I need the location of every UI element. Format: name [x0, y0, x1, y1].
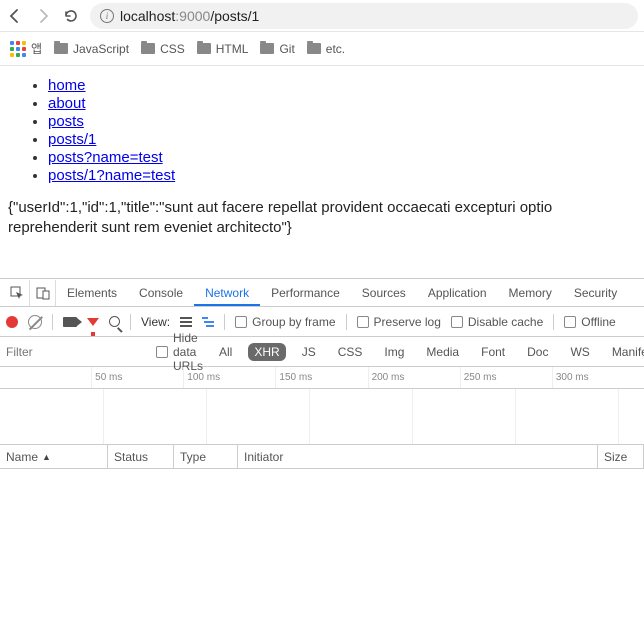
- view-label: View:: [141, 315, 170, 329]
- search-icon[interactable]: [109, 316, 120, 327]
- bookmark-folder[interactable]: CSS: [141, 42, 185, 56]
- tab-sources[interactable]: Sources: [351, 280, 417, 306]
- filter-type-xhr[interactable]: XHR: [248, 343, 285, 361]
- tab-elements[interactable]: Elements: [56, 280, 128, 306]
- tab-network[interactable]: Network: [194, 280, 260, 306]
- address-bar[interactable]: i localhost:9000/posts/1: [90, 3, 638, 29]
- disable-cache-option[interactable]: Disable cache: [451, 315, 543, 329]
- devtools-tabs: Elements Console Network Performance Sou…: [0, 279, 644, 307]
- network-toolbar: View: Group by frame Preserve log Disabl…: [0, 307, 644, 337]
- preserve-log-option[interactable]: Preserve log: [357, 315, 441, 329]
- offline-option[interactable]: Offline: [564, 315, 615, 329]
- response-body: {"userId":1,"id":1,"title":"sunt aut fac…: [8, 198, 636, 237]
- bookmark-label: CSS: [160, 42, 185, 56]
- filter-type-media[interactable]: Media: [420, 343, 465, 361]
- filter-input[interactable]: [6, 345, 146, 359]
- timeline-chart[interactable]: [0, 389, 644, 445]
- filter-type-js[interactable]: JS: [296, 343, 322, 361]
- page-content: home about posts posts/1 posts?name=test…: [0, 66, 644, 247]
- filter-type-css[interactable]: CSS: [332, 343, 369, 361]
- list-item: about: [48, 95, 636, 112]
- network-table-header: Name▲ Status Type Initiator Size: [0, 445, 644, 469]
- waterfall-view-icon[interactable]: [202, 317, 214, 327]
- checkbox-icon: [357, 316, 369, 328]
- browser-toolbar: i localhost:9000/posts/1: [0, 0, 644, 32]
- nav-link[interactable]: about: [48, 95, 86, 112]
- nav-link[interactable]: posts?name=test: [48, 149, 163, 166]
- filter-type-img[interactable]: Img: [378, 343, 410, 361]
- bookmark-label: Git: [279, 42, 294, 56]
- bookmark-label: JavaScript: [73, 42, 129, 56]
- sort-asc-icon: ▲: [42, 452, 51, 462]
- bookmark-label: HTML: [216, 42, 249, 56]
- network-filter-row: Hide data URLs All XHR JS CSS Img Media …: [0, 337, 644, 367]
- bookmark-folder[interactable]: Git: [260, 42, 294, 56]
- checkbox-icon: [451, 316, 463, 328]
- nav-link[interactable]: posts: [48, 113, 84, 130]
- checkbox-icon: [156, 346, 168, 358]
- nav-link[interactable]: posts/1?name=test: [48, 167, 175, 184]
- apps-button[interactable]: 앱: [10, 40, 42, 57]
- list-item: posts?name=test: [48, 149, 636, 166]
- inspect-icon[interactable]: [4, 280, 30, 306]
- filter-toggle-icon[interactable]: [87, 318, 99, 326]
- tab-application[interactable]: Application: [417, 280, 498, 306]
- bookmark-label: etc.: [326, 42, 345, 56]
- timeline-ruler[interactable]: 50 ms 100 ms 150 ms 200 ms 250 ms 300 ms: [0, 367, 644, 389]
- clear-button[interactable]: [28, 315, 42, 329]
- apps-icon: [10, 41, 26, 57]
- bookmark-folder[interactable]: HTML: [197, 42, 249, 56]
- bookmarks-bar: 앱 JavaScript CSS HTML Git etc.: [0, 32, 644, 66]
- column-name[interactable]: Name▲: [0, 445, 108, 468]
- record-button[interactable]: [6, 316, 18, 328]
- filter-type-ws[interactable]: WS: [564, 343, 595, 361]
- forward-button[interactable]: [34, 7, 52, 25]
- devtools-panel: Elements Console Network Performance Sou…: [0, 278, 644, 644]
- folder-icon: [307, 43, 321, 54]
- nav-list: home about posts posts/1 posts?name=test…: [8, 77, 636, 184]
- screenshot-icon[interactable]: [63, 317, 77, 327]
- tab-security[interactable]: Security: [563, 280, 628, 306]
- site-info-icon[interactable]: i: [100, 9, 114, 23]
- tab-memory[interactable]: Memory: [498, 280, 563, 306]
- tab-console[interactable]: Console: [128, 280, 194, 306]
- column-size[interactable]: Size: [598, 445, 644, 468]
- checkbox-icon: [235, 316, 247, 328]
- folder-icon: [197, 43, 211, 54]
- network-table-body: [0, 469, 644, 644]
- column-initiator[interactable]: Initiator: [238, 445, 598, 468]
- folder-icon: [141, 43, 155, 54]
- device-toggle-icon[interactable]: [30, 280, 56, 306]
- bookmark-folder[interactable]: etc.: [307, 42, 345, 56]
- filter-type-all[interactable]: All: [213, 343, 238, 361]
- column-type[interactable]: Type: [174, 445, 238, 468]
- list-item: posts/1?name=test: [48, 167, 636, 184]
- bookmark-folder[interactable]: JavaScript: [54, 42, 129, 56]
- list-item: home: [48, 77, 636, 94]
- reload-button[interactable]: [62, 7, 80, 25]
- group-by-frame-option[interactable]: Group by frame: [235, 315, 335, 329]
- checkbox-icon: [564, 316, 576, 328]
- filter-type-doc[interactable]: Doc: [521, 343, 554, 361]
- folder-icon: [54, 43, 68, 54]
- list-item: posts: [48, 113, 636, 130]
- apps-label: 앱: [31, 40, 42, 57]
- nav-link[interactable]: home: [48, 77, 86, 94]
- url-text: localhost:9000/posts/1: [120, 8, 259, 24]
- nav-link[interactable]: posts/1: [48, 131, 96, 148]
- list-view-icon[interactable]: [180, 317, 192, 327]
- tab-performance[interactable]: Performance: [260, 280, 351, 306]
- filter-type-font[interactable]: Font: [475, 343, 511, 361]
- list-item: posts/1: [48, 131, 636, 148]
- filter-type-manifest[interactable]: Manifest: [606, 343, 644, 361]
- back-button[interactable]: [6, 7, 24, 25]
- folder-icon: [260, 43, 274, 54]
- column-status[interactable]: Status: [108, 445, 174, 468]
